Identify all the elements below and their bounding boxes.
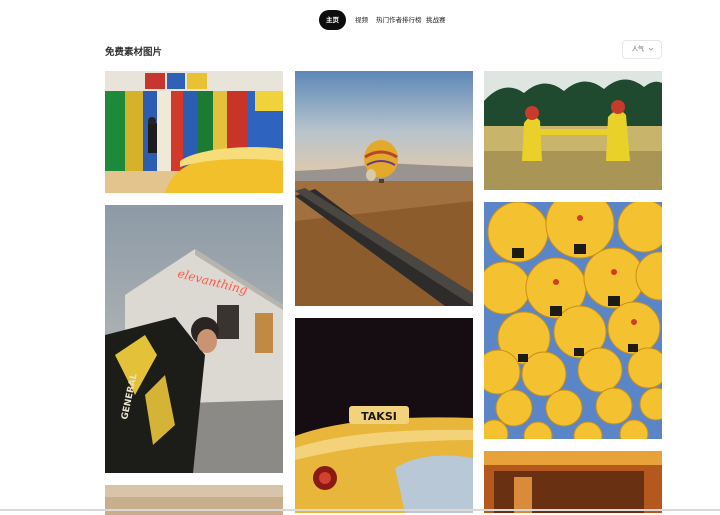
photo-card-taxi[interactable]: TAKSI [295,318,473,513]
photo-portrait-building: elevanthing GENERAL [105,205,283,473]
photo-card-hot-air-balloon[interactable] [295,71,473,306]
photo-warm-interior [484,451,662,513]
photo-colorful-wall [105,71,283,193]
tab-challenges[interactable]: 挑战赛 [426,10,446,30]
photo-lanterns [484,202,662,439]
sort-dropdown[interactable]: 人气 [622,40,662,59]
photo-card-warm-interior[interactable] [484,451,662,513]
taxi-sign-text: TAKSI [361,410,397,423]
tab-videos[interactable]: 视频 [355,10,368,30]
photo-card-lanterns[interactable] [484,202,662,439]
photo-couple-field [484,71,662,190]
tab-leaderboard[interactable]: 热门作者排行榜 [376,10,422,30]
photo-card-portrait-building[interactable]: elevanthing GENERAL [105,205,283,473]
top-nav: 主页 视频 热门作者排行榜 挑战赛 [0,10,720,30]
photo-card-colorful-wall[interactable] [105,71,283,193]
page-title: 免费素材图片 [105,47,163,58]
tab-home[interactable]: 主页 [319,10,346,30]
sort-value: 人气 [632,46,645,53]
photo-hot-air-balloon [295,71,473,306]
photo-taxi: TAKSI [295,318,473,513]
chevron-down-icon [648,47,654,51]
photo-card-couple-field[interactable] [484,71,662,190]
